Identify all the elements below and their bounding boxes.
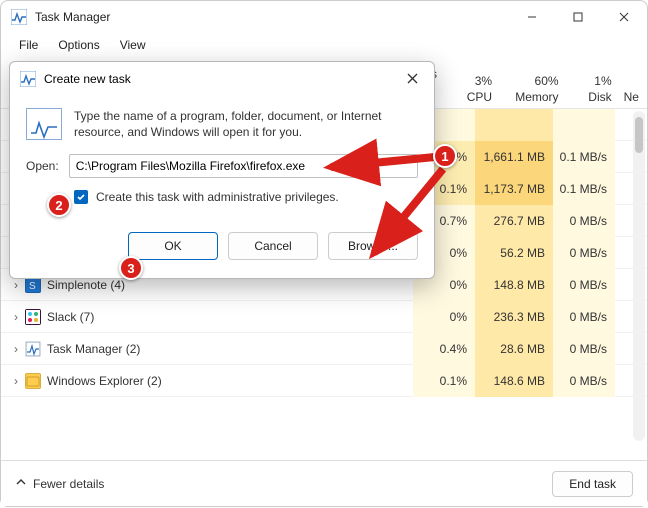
scrollbar-thumb[interactable] [635, 117, 643, 153]
svg-text:S: S [29, 281, 36, 292]
annotation-callout-1: 1 [433, 144, 457, 168]
expand-chevron-icon[interactable]: › [1, 342, 21, 356]
cancel-button[interactable]: Cancel [228, 232, 318, 260]
network-column-header[interactable]: Ne [620, 61, 647, 108]
expand-chevron-icon[interactable]: › [1, 374, 21, 388]
end-task-button[interactable]: End task [552, 471, 633, 497]
admin-privileges-label: Create this task with administrative pri… [96, 190, 339, 204]
ok-button[interactable]: OK [128, 232, 218, 260]
disk-cell [553, 109, 615, 141]
disk-cell: 0.1 MB/s [553, 141, 615, 173]
memory-cell: 1,661.1 MB [475, 141, 553, 173]
maximize-button[interactable] [555, 1, 601, 33]
disk-cell: 0 MB/s [553, 237, 615, 269]
process-name: Windows Explorer (2) [47, 374, 407, 388]
dialog-description: Type the name of a program, folder, docu… [74, 108, 418, 140]
disk-cell: 0 MB/s [553, 269, 615, 301]
chevron-up-icon [15, 476, 27, 491]
process-row[interactable]: › Windows Explorer (2) 0.1%148.6 MB0 MB/s [1, 365, 647, 397]
disk-cell: 0.1 MB/s [553, 173, 615, 205]
disk-cell: 0 MB/s [553, 365, 615, 397]
create-new-task-dialog: Create new task Type the name of a progr… [9, 61, 435, 279]
memory-cell: 148.8 MB [475, 269, 553, 301]
annotation-callout-3: 3 [119, 256, 143, 280]
memory-cell [475, 109, 553, 141]
disk-cell: 0 MB/s [553, 333, 615, 365]
cpu-column-header[interactable]: 3% CPU [447, 61, 500, 108]
memory-cell: 148.6 MB [475, 365, 553, 397]
window-title: Task Manager [35, 10, 509, 24]
cpu-cell: 0.1% [413, 365, 475, 397]
open-label: Open: [26, 159, 59, 173]
close-button[interactable] [601, 1, 647, 33]
memory-cell: 1,173.7 MB [475, 173, 553, 205]
run-graphic-icon [26, 108, 62, 140]
process-row[interactable]: › Task Manager (2) 0.4%28.6 MB0 MB/s [1, 333, 647, 365]
disk-column-header[interactable]: 1% Disk [567, 61, 620, 108]
process-name: Slack (7) [47, 310, 407, 324]
menu-file[interactable]: File [9, 35, 48, 55]
menu-bar: File Options View [1, 33, 647, 57]
minimize-button[interactable] [509, 1, 555, 33]
process-name: Simplenote (4) [47, 278, 407, 292]
memory-cell: 276.7 MB [475, 205, 553, 237]
cpu-cell: 0.4% [413, 333, 475, 365]
disk-cell: 0 MB/s [553, 301, 615, 333]
process-row[interactable]: › Slack (7) 0%236.3 MB0 MB/s [1, 301, 647, 333]
fewer-details-toggle[interactable]: Fewer details [15, 476, 104, 491]
dialog-title: Create new task [44, 72, 398, 86]
memory-cell: 236.3 MB [475, 301, 553, 333]
process-icon [25, 309, 41, 325]
process-icon [25, 373, 41, 389]
browse-button[interactable]: Browse... [328, 232, 418, 260]
disk-cell: 0 MB/s [553, 205, 615, 237]
menu-view[interactable]: View [110, 35, 156, 55]
vertical-scrollbar[interactable] [633, 111, 645, 441]
annotation-callout-2: 2 [47, 193, 71, 217]
dialog-close-button[interactable] [398, 72, 426, 87]
footer-bar: Fewer details End task [1, 460, 647, 506]
expand-chevron-icon[interactable]: › [1, 278, 21, 292]
memory-cell: 28.6 MB [475, 333, 553, 365]
memory-cell: 56.2 MB [475, 237, 553, 269]
menu-options[interactable]: Options [48, 35, 109, 55]
expand-chevron-icon[interactable]: › [1, 310, 21, 324]
process-name: Task Manager (2) [47, 342, 407, 356]
process-icon [25, 341, 41, 357]
cpu-cell: 0% [413, 301, 475, 333]
run-dialog-icon [20, 71, 36, 87]
admin-privileges-checkbox[interactable] [74, 190, 88, 204]
title-bar: Task Manager [1, 1, 647, 33]
task-manager-icon [11, 9, 27, 25]
open-input[interactable] [69, 154, 418, 178]
memory-column-header[interactable]: 60% Memory [500, 61, 566, 108]
